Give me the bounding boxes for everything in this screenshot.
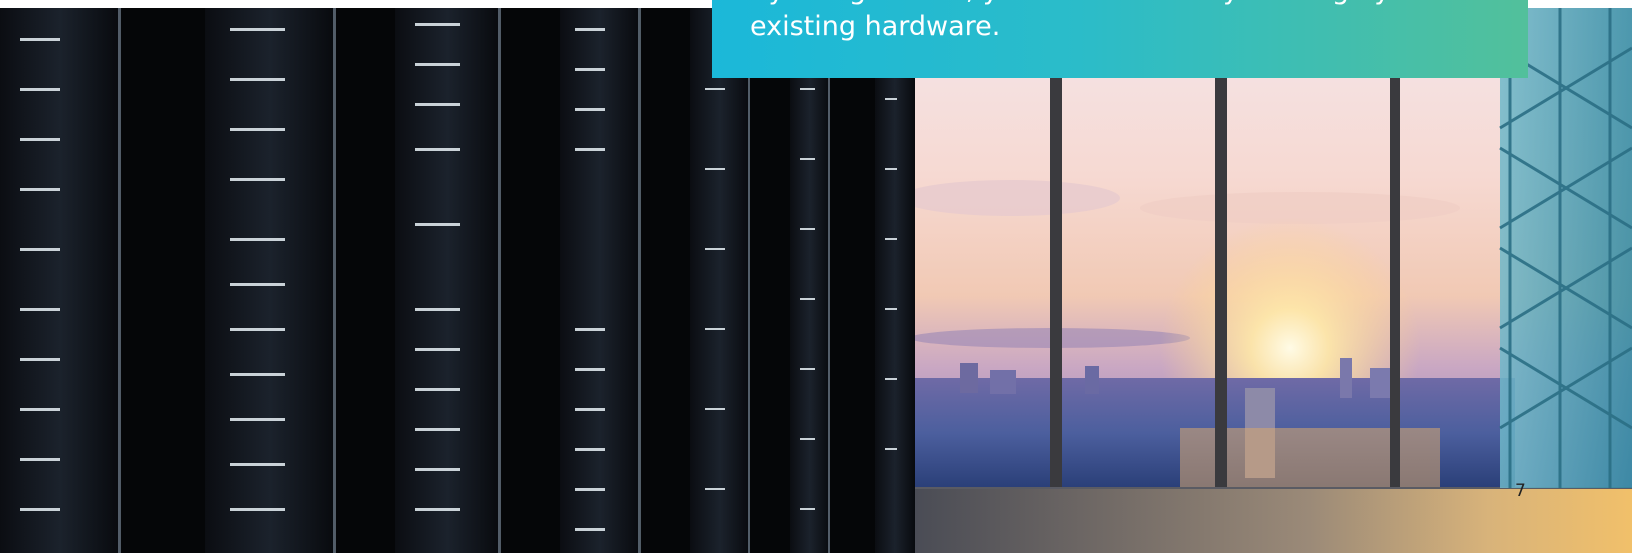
callout-text: By using KEEBO, you can effectively leve… (750, 0, 1510, 45)
page-number: 7 (1515, 481, 1526, 501)
callout-line-partial: By using KEEBO, you can effectively leve… (750, 0, 1510, 9)
keebo-callout-box: By using KEEBO, you can effectively leve… (712, 0, 1528, 78)
datacenter-cityscape-photo (0, 8, 1632, 553)
background-illustration (0, 8, 1632, 553)
callout-line-existing-hardware: existing hardware. (750, 11, 1001, 42)
